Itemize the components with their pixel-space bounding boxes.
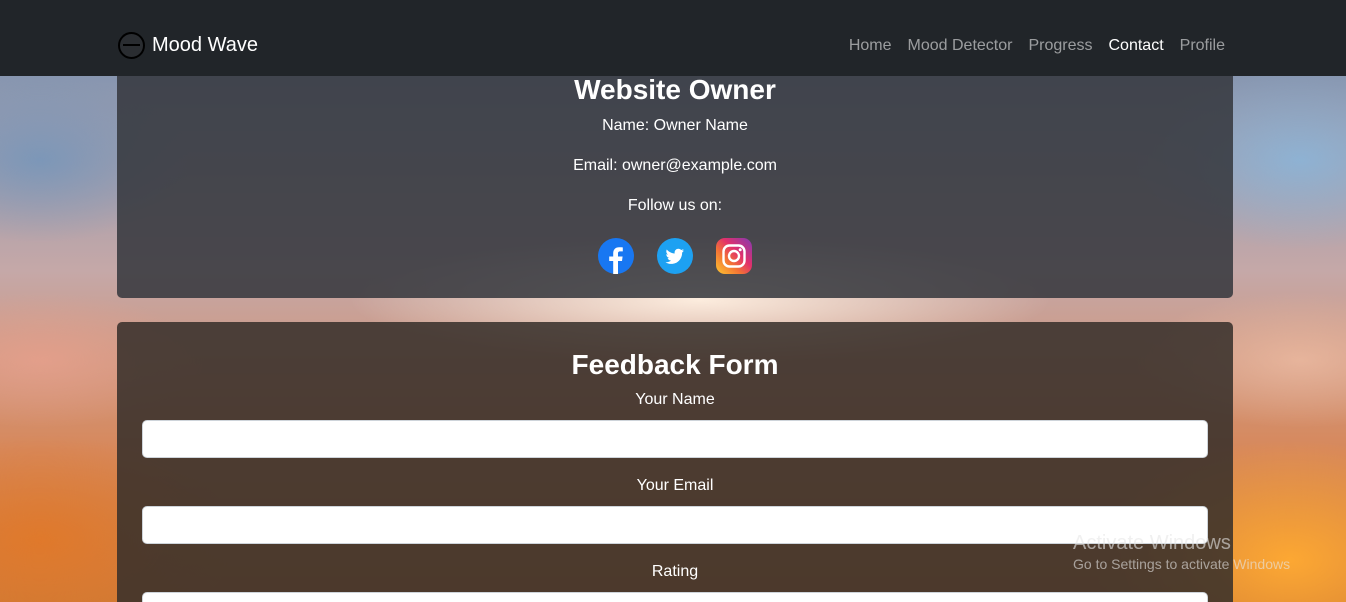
navbar: Mood Wave Home Mood Detector Progress Co…: [0, 0, 1346, 76]
brand-logo-icon: [118, 31, 145, 59]
nav-link-mood-detector[interactable]: Mood Detector: [908, 37, 1013, 54]
activate-windows-watermark: Activate Windows Go to Settings to activ…: [1073, 531, 1290, 573]
watermark-subtitle: Go to Settings to activate Windows: [1073, 556, 1291, 572]
watermark-title: Activate Windows: [1073, 532, 1231, 554]
email-label: Your Email: [636, 477, 714, 494]
owner-title: Website Owner: [574, 74, 776, 105]
nav-links: Home Mood Detector Progress Contact Prof…: [849, 36, 1225, 56]
nav-link-profile[interactable]: Profile: [1180, 37, 1225, 54]
nav-link-contact[interactable]: Contact: [1109, 37, 1164, 54]
instagram-icon[interactable]: [716, 237, 753, 274]
nav-link-progress[interactable]: Progress: [1028, 37, 1092, 54]
name-input[interactable]: [142, 420, 1208, 458]
feedback-card: Feedback Form Your Name Your Email Ratin…: [117, 322, 1233, 602]
twitter-icon[interactable]: [657, 237, 694, 274]
rating-input[interactable]: [142, 592, 1208, 602]
feedback-title: Feedback Form: [571, 349, 779, 380]
owner-email: Email: owner@example.com: [573, 157, 777, 174]
rating-label: Rating: [651, 563, 699, 580]
name-label: Your Name: [635, 391, 715, 408]
email-input[interactable]: [142, 506, 1208, 544]
brand-link[interactable]: Mood Wave: [118, 31, 258, 59]
follow-label: Follow us on:: [627, 197, 723, 214]
facebook-icon[interactable]: [598, 237, 635, 274]
owner-card: Website Owner Name: Owner Name Email: ow…: [117, 58, 1233, 298]
brand-name: Mood Wave: [152, 33, 258, 56]
social-links: [117, 237, 1233, 274]
owner-name: Name: Owner Name: [602, 117, 748, 134]
nav-link-home[interactable]: Home: [849, 37, 892, 54]
